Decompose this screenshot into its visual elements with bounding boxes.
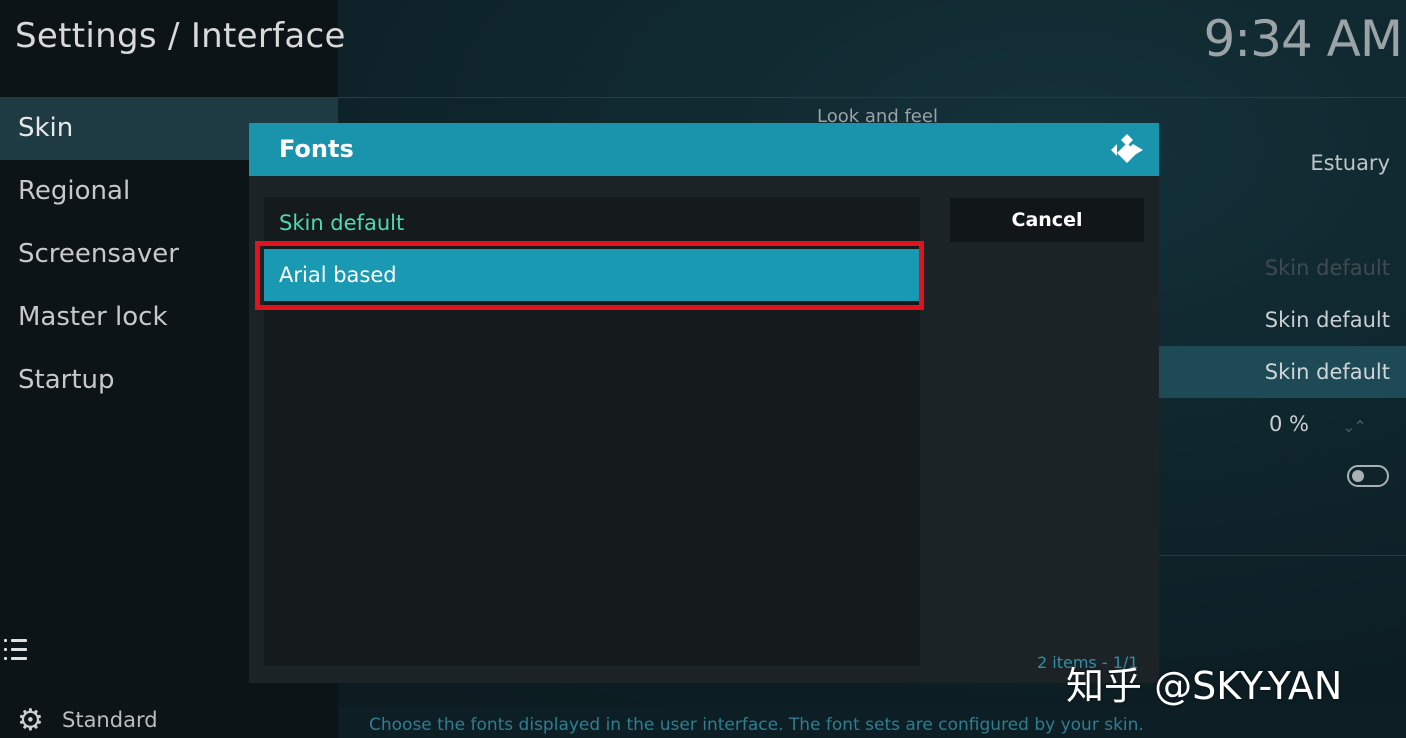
kodi-logo-icon (1111, 134, 1143, 163)
settings-level-label[interactable]: Standard (62, 708, 158, 732)
list-menu-icon[interactable] (2, 636, 28, 664)
dialog-header: Fonts (249, 123, 1159, 176)
fonts-dialog: Fonts Skin default Arial based Cancel (249, 123, 1159, 683)
fonts-list: Skin default Arial based (264, 197, 920, 666)
gear-icon[interactable]: ⚙ (17, 705, 44, 737)
setting-value-skin-default[interactable]: Skin default (1265, 308, 1390, 332)
page-title: Settings / Interface (15, 16, 346, 56)
clock: 9:34 AM (1203, 10, 1403, 68)
list-item-arial-based[interactable]: Arial based (264, 249, 920, 301)
setting-value-zoom[interactable]: 0 % (1269, 412, 1309, 436)
setting-value-disabled: Skin default (1264, 256, 1390, 280)
dialog-title: Fonts (279, 135, 354, 163)
spinner-arrows-icon[interactable]: ⌄⌃ (1342, 417, 1367, 436)
list-item-skin-default[interactable]: Skin default (264, 197, 920, 249)
cancel-button[interactable]: Cancel (950, 198, 1144, 242)
setting-value-skin[interactable]: Estuary (1310, 151, 1390, 175)
help-text: Choose the fonts displayed in the user i… (369, 715, 1144, 735)
setting-value-fonts[interactable]: Skin default (1265, 360, 1390, 384)
settings-divider (1159, 555, 1406, 556)
watermark: 知乎 @SKY-YAN (1066, 664, 1343, 708)
toggle-switch[interactable] (1347, 465, 1389, 487)
header-divider (338, 97, 1406, 98)
